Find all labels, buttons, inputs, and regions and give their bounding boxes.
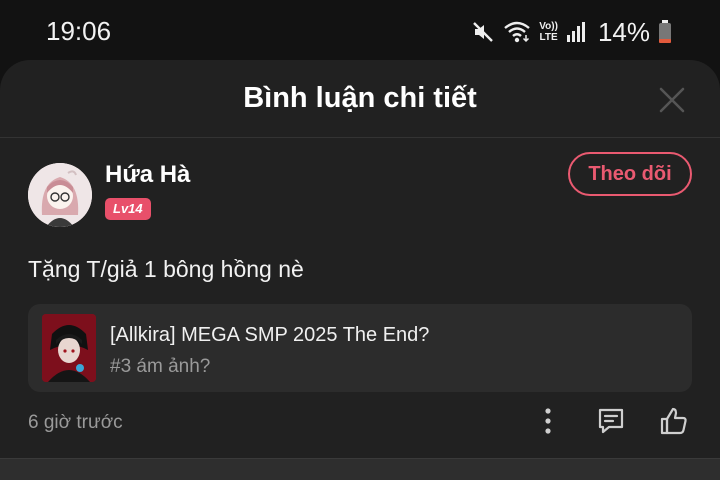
status-bar: 19:06 Vo)) LTE 14% bbox=[0, 0, 720, 60]
user-name[interactable]: Hứa Hà bbox=[105, 161, 190, 189]
story-card[interactable]: [Allkira] MEGA SMP 2025 The End? #3 ám ả… bbox=[28, 304, 692, 392]
comment-icon bbox=[598, 408, 624, 434]
comment-detail-sheet: Bình luận chi tiết Hứa Hà Lv14 Theo dõi … bbox=[0, 60, 720, 480]
level-badge: Lv14 bbox=[105, 198, 151, 220]
sheet-header: Bình luận chi tiết bbox=[0, 60, 720, 138]
volte-label: Vo)) bbox=[539, 21, 558, 32]
comment-text: Tặng T/giả 1 bông hồng nè bbox=[28, 256, 304, 282]
more-vertical-icon bbox=[545, 408, 551, 434]
signal-icon bbox=[566, 21, 586, 43]
comment-timestamp: 6 giờ trước bbox=[28, 412, 123, 433]
mute-icon bbox=[471, 20, 495, 44]
lte-label: LTE bbox=[539, 32, 558, 43]
avatar[interactable] bbox=[28, 163, 92, 227]
thumbs-up-icon bbox=[660, 407, 687, 435]
reply-button[interactable] bbox=[594, 404, 628, 438]
story-title: [Allkira] MEGA SMP 2025 The End? bbox=[110, 324, 430, 346]
follow-button[interactable]: Theo dõi bbox=[568, 152, 692, 196]
status-time: 19:06 bbox=[46, 16, 112, 46]
story-cover-image bbox=[42, 314, 96, 382]
battery-icon bbox=[658, 20, 672, 44]
battery-percent: 14% bbox=[597, 16, 650, 47]
story-chapter: #3 ám ảnh? bbox=[110, 356, 211, 377]
more-options-button[interactable] bbox=[531, 404, 565, 438]
close-button[interactable] bbox=[658, 86, 686, 114]
close-icon bbox=[659, 87, 685, 113]
sheet-title: Bình luận chi tiết bbox=[243, 82, 477, 114]
wifi-icon bbox=[503, 20, 531, 44]
volte-icon: Vo)) LTE bbox=[539, 21, 558, 43]
next-comment-divider bbox=[0, 458, 720, 480]
like-button[interactable] bbox=[657, 404, 691, 438]
status-icons: Vo)) LTE 14% bbox=[471, 16, 672, 48]
